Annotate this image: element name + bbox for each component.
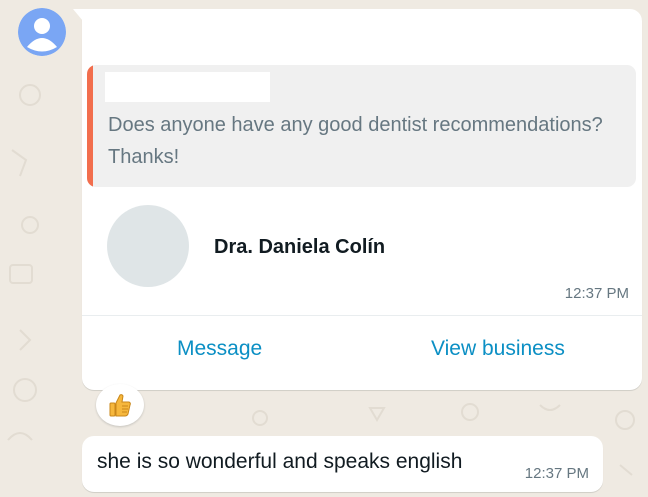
message-button[interactable]: Message: [177, 337, 262, 361]
thumbs-up-icon: [109, 394, 131, 417]
message-timestamp: 12:37 PM: [524, 465, 589, 482]
sender-avatar[interactable]: [18, 8, 66, 56]
quoted-text: Does anyone have any good dentist recomm…: [108, 114, 603, 168]
reaction-badge[interactable]: [96, 384, 144, 426]
text-message[interactable]: she is so wonderful and speaks english 1…: [82, 436, 603, 492]
default-user-icon: [18, 8, 66, 56]
quote-accent-bar: [87, 65, 93, 187]
business-name: Dra. Daniela Colín: [214, 236, 386, 258]
message-timestamp: 12:37 PM: [564, 285, 629, 302]
business-card-message[interactable]: Does anyone have any good dentist recomm…: [73, 9, 642, 390]
message-text: she is so wonderful and speaks english: [97, 450, 463, 473]
quoted-message[interactable]: Does anyone have any good dentist recomm…: [87, 65, 636, 187]
card-divider: [82, 315, 642, 316]
bubble-tail: [73, 9, 83, 21]
business-avatar[interactable]: [107, 205, 189, 287]
view-business-button[interactable]: View business: [431, 337, 565, 361]
quoted-author-redacted: [105, 72, 270, 102]
